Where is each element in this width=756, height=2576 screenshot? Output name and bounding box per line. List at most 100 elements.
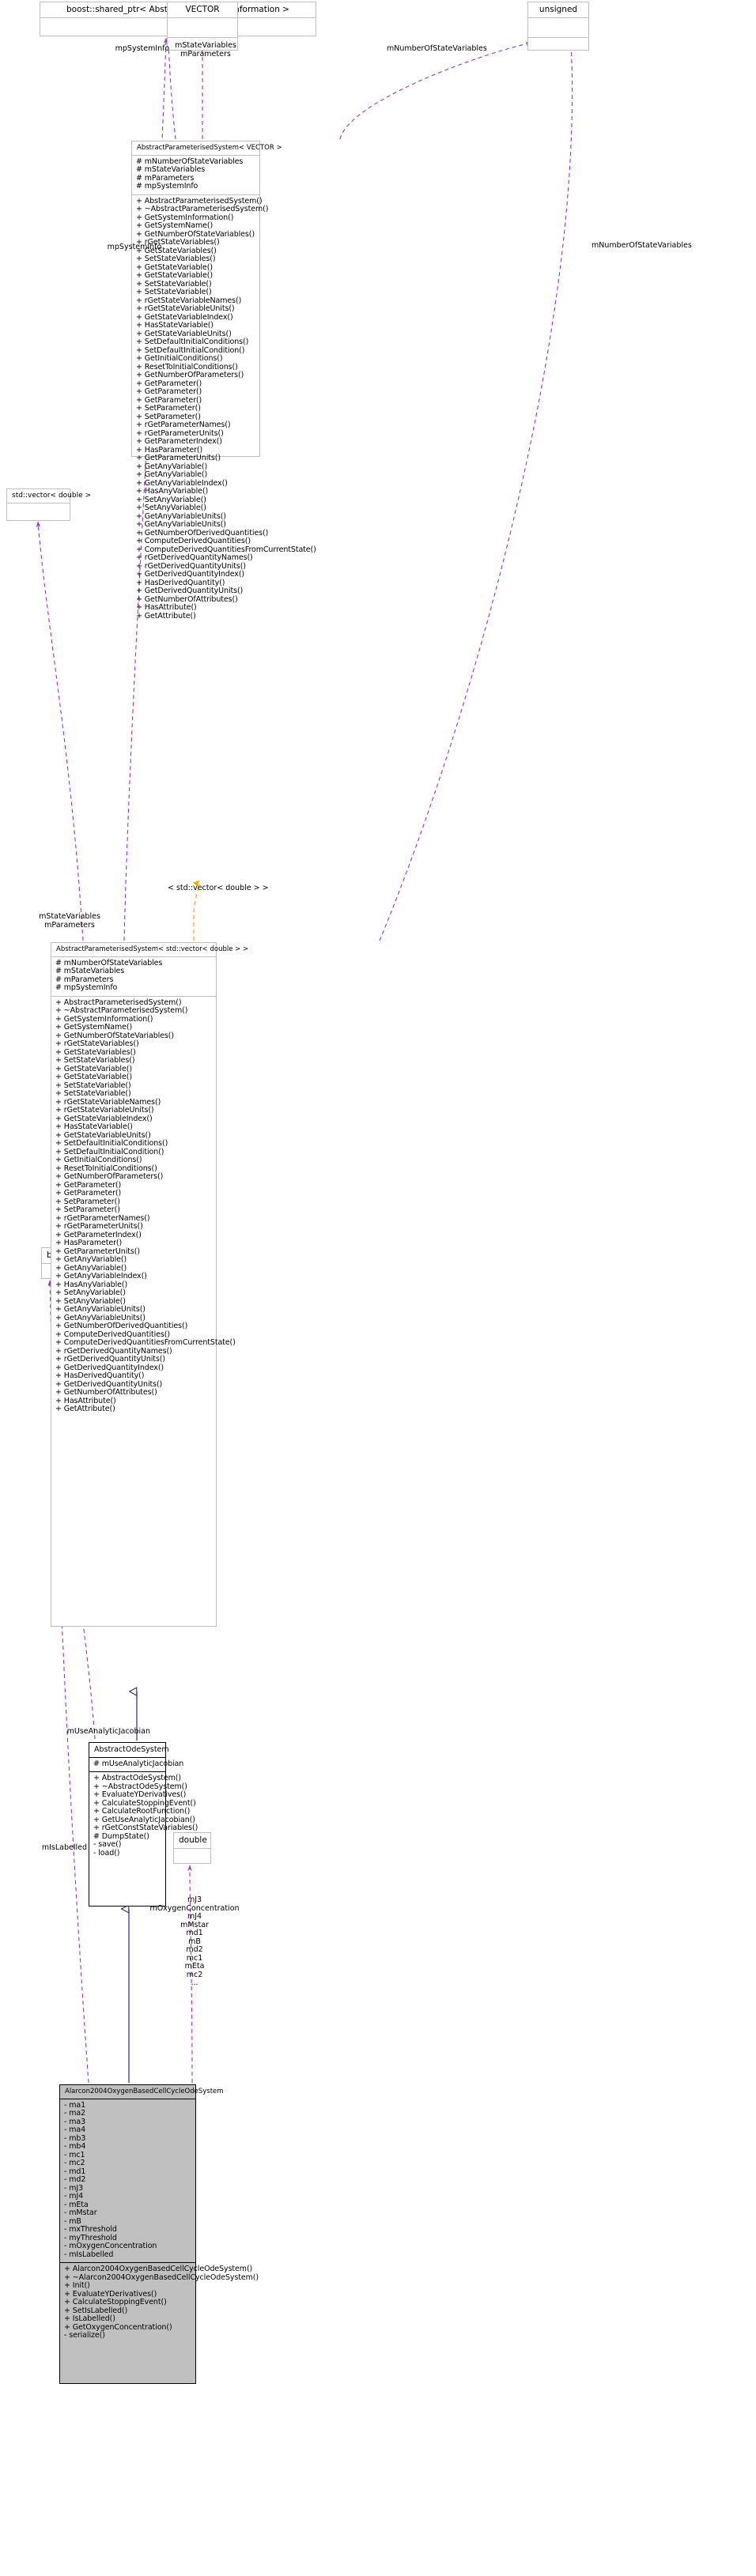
- edge-label-template-binding: < std::vector< double > >: [168, 884, 302, 892]
- member-row: + CalculateStoppingEvent(): [64, 2298, 167, 2306]
- member-row: + ~AbstractParameterisedSystem(): [55, 1006, 188, 1015]
- edge-label-line-2: mParameters: [44, 921, 95, 930]
- member-row: + rGetParameterUnits(): [55, 1222, 143, 1231]
- node-double[interactable]: double: [173, 1832, 211, 1864]
- node-attributes: [168, 18, 237, 37]
- member-row: + AbstractOdeSystem(): [93, 1774, 181, 1782]
- edge-label-text: mNumberOfStateVariables: [592, 241, 692, 250]
- member-row: + SetStateVariables(): [136, 255, 216, 263]
- member-row: + ComputeDerivedQuantitiesFromCurrentSta…: [55, 1338, 236, 1347]
- member-row: + GetParameter(): [55, 1189, 122, 1197]
- member-row: + Init(): [64, 2281, 90, 2290]
- member-row: + GetParameterIndex(): [136, 437, 222, 446]
- node-title: AbstractParameterisedSystem< std::vector…: [56, 945, 249, 953]
- member-row: - md2: [64, 2175, 86, 2184]
- node-attributes: [7, 504, 70, 523]
- member-row: + SetStateVariables(): [55, 1056, 135, 1065]
- edge-label-line-7: md2: [186, 1945, 203, 1954]
- edge-label-line-3: mJ4: [187, 1912, 202, 1921]
- node-abstract-ode-system[interactable]: AbstractOdeSystem # mUseAnalyticJacobian…: [89, 1742, 198, 1907]
- member-row: # mpSystemInfo: [136, 182, 198, 190]
- edge-label-line-1: mStateVariables: [39, 912, 100, 921]
- member-row: - mIsLabelled: [64, 2250, 114, 2259]
- edge-label-text: < std::vector< double > >: [168, 884, 269, 892]
- node-unsigned[interactable]: unsigned: [527, 2, 589, 51]
- member-row: + SetParameter(): [136, 404, 201, 413]
- member-row: - save(): [93, 1840, 122, 1849]
- node-title: AbstractParameterisedSystem< VECTOR >: [137, 144, 282, 152]
- member-row: - load(): [93, 1848, 120, 1858]
- member-row: + SetDefaultInitialConditions(): [55, 1139, 168, 1148]
- node-attributes: [528, 18, 588, 37]
- node-title: AbstractOdeSystem: [94, 1745, 169, 1754]
- edge-label-line-5: md1: [186, 1929, 203, 1937]
- node-attributes: [174, 1849, 210, 1868]
- member-row: + HasParameter(): [55, 1239, 123, 1247]
- edge-label-line-2: mParameters: [180, 50, 231, 58]
- member-row: + GetNumberOfParameters(): [55, 1172, 164, 1181]
- member-row: + SetDefaultInitialConditions(): [136, 338, 249, 346]
- node-std-vector-double[interactable]: std::vector< double >: [6, 488, 92, 523]
- node-methods: + AbstractParameterisedSystem() + ~Abstra…: [132, 195, 316, 624]
- member-row: + SetAnyVariable(): [136, 504, 206, 512]
- member-row: # mUseAnalyticJacobian: [93, 1759, 184, 1768]
- member-row: + GetAnyVariableUnits(): [136, 520, 226, 529]
- member-row: + SetParameter(): [55, 1205, 120, 1214]
- member-row: - ma4: [64, 2125, 86, 2134]
- member-row: + SetStateVariable(): [136, 288, 212, 296]
- member-row: + EvaluateYDerivatives(): [93, 1790, 187, 1799]
- member-row: + GetAnyVariableUnits(): [55, 1305, 146, 1314]
- edge-label-state-variables-parameters-top: mStateVariables mParameters: [162, 41, 249, 58]
- member-row: + GetSystemName(): [136, 221, 214, 230]
- member-row: + rGetConstStateVariables(): [93, 1824, 198, 1832]
- node-abstract-parameterised-system-vector[interactable]: AbstractParameterisedSystem< VECTOR > # …: [131, 141, 316, 620]
- member-row: - mc2: [64, 2159, 85, 2167]
- edge-label-text: mIsLabelled: [41, 1843, 87, 1852]
- member-row: # mStateVariables: [136, 165, 206, 174]
- node-title: unsigned: [539, 5, 578, 14]
- member-row: + SetStateVariable(): [55, 1089, 131, 1098]
- edge-label-mp-system-info-mid: mpSystemInfo: [87, 243, 182, 251]
- node-abstract-parameterised-system-stdvector[interactable]: AbstractParameterisedSystem< std::vector…: [51, 942, 249, 1627]
- node-alarcon2004-oxygen-based-cell-cycle-ode-system[interactable]: Alarcon2004OxygenBasedCellCycleOdeSystem…: [59, 2084, 259, 2384]
- member-row: + CalculateRootFunction(): [93, 1807, 191, 1816]
- member-row: + GetAttribute(): [55, 1405, 115, 1413]
- member-row: + GetNumberOfAttributes(): [55, 1388, 157, 1397]
- node-methods: + AbstractParameterisedSystem() + ~Abstra…: [51, 997, 236, 1417]
- node-methods: + Alarcon2004OxygenBasedCellCycleOdeSyst…: [60, 2263, 259, 2344]
- member-row: + GetAnyVariable(): [55, 1255, 127, 1264]
- member-row: - ma2: [64, 2109, 86, 2118]
- edge-label-number-of-state-variables-top: mNumberOfStateVariables: [387, 44, 537, 53]
- member-row: + GetStateVariable(): [136, 271, 213, 280]
- member-row: + ComputeDerivedQuantities(): [136, 537, 251, 545]
- edge-label-line-9: mEta: [184, 1962, 205, 1971]
- member-row: # mStateVariables: [55, 967, 125, 975]
- node-attributes: # mNumberOfStateVariables # mStateVariabl…: [132, 156, 259, 194]
- member-row: + GetAnyVariableIndex(): [55, 1272, 147, 1280]
- edge-label-double-members: mJ3 mOxygenConcentration mJ4 mMstar md1 …: [139, 1895, 250, 1988]
- node-title: VECTOR: [185, 5, 220, 14]
- node-attributes: # mUseAnalyticJacobian: [89, 1758, 184, 1772]
- edge-label-line-1: mStateVariables: [175, 41, 236, 50]
- node-title: std::vector< double >: [12, 492, 92, 500]
- member-row: - mMstar: [64, 2208, 97, 2217]
- edge-label-use-analytic-jacobian: mUseAnalyticJacobian: [0, 1727, 150, 1736]
- edge-label-text: mUseAnalyticJacobian: [66, 1727, 150, 1736]
- edge-label-state-variables-parameters-mid: mStateVariables mParameters: [14, 912, 125, 930]
- member-row: + rGetStateVariableUnits(): [55, 1106, 154, 1115]
- member-row: + SetAnyVariable(): [55, 1288, 126, 1297]
- member-row: + GetSystemName(): [55, 1023, 133, 1032]
- member-row: + ~AbstractParameterisedSystem(): [136, 205, 269, 213]
- member-row: + Alarcon2004OxygenBasedCellCycleOdeSyst…: [64, 2265, 253, 2273]
- edge-label-number-of-state-variables-right: mNumberOfStateVariables: [592, 241, 756, 250]
- member-row: + HasStateVariable(): [136, 321, 214, 330]
- node-title: Alarcon2004OxygenBasedCellCycleOdeSystem: [60, 2085, 224, 2099]
- member-row: + HasAttribute(): [136, 603, 197, 612]
- member-row: + rGetDerivedQuantityUnits(): [55, 1355, 165, 1363]
- member-row: + GetParameterUnits(): [136, 454, 221, 462]
- edge-label-line-11: ...: [191, 1978, 198, 1987]
- member-row: + GetParameter(): [136, 387, 202, 396]
- member-row: + GetInitialConditions(): [136, 354, 223, 363]
- member-row: + rGetStateVariableUnits(): [136, 304, 235, 313]
- node-methods: [528, 38, 588, 57]
